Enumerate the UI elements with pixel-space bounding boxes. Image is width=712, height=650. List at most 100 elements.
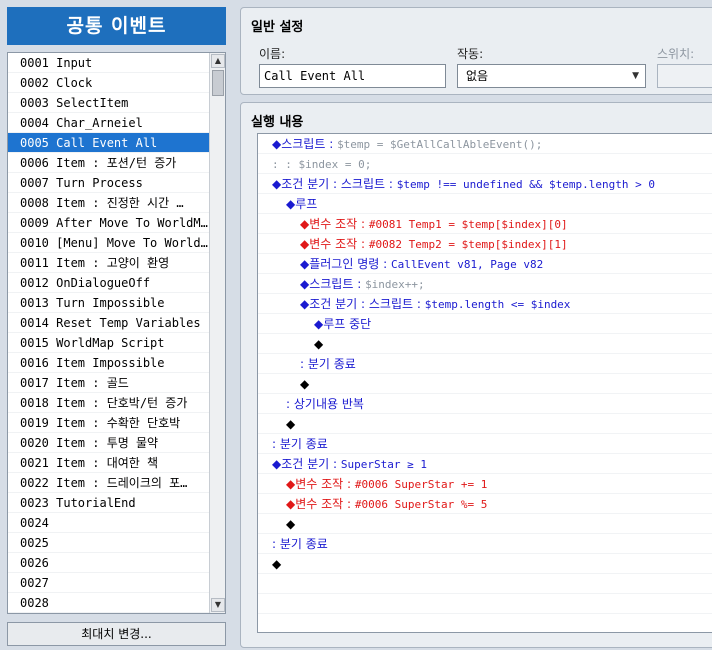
list-item[interactable]: 0006 Item : 포션/턴 증가 — [8, 153, 211, 173]
command-segment: : 스크립트 : — [357, 297, 425, 311]
trigger-label: 작동: — [457, 47, 484, 61]
command-line[interactable]: ◆조건 분기 : 스크립트 : $temp.length <= $index — [258, 294, 712, 314]
command-segment: : — [343, 497, 355, 511]
command-segment: ◆ — [314, 337, 324, 351]
list-item[interactable]: 0007 Turn Process — [8, 173, 211, 193]
list-item[interactable]: 0020 Item : 투명 물약 — [8, 433, 211, 453]
scroll-down-icon[interactable]: ▼ — [211, 598, 225, 612]
command-line[interactable]: ◆ — [258, 514, 712, 534]
command-line[interactable]: ◆조건 분기 : 스크립트 : $temp !== undefined && $… — [258, 174, 712, 194]
list-item[interactable]: 0001 Input — [8, 53, 211, 73]
command-segment: $index++; — [365, 278, 425, 291]
command-line[interactable]: ◆플러그인 명령 : CallEvent v81, Page v82 — [258, 254, 712, 274]
scroll-thumb[interactable] — [212, 70, 224, 96]
list-item[interactable]: 0004 Char_Arneiel — [8, 113, 211, 133]
command-segment: ◆스크립트 — [272, 137, 326, 151]
command-line[interactable]: : 분기 종료 — [258, 434, 712, 454]
command-line[interactable]: ◆스크립트 : $temp = $GetAllCallAbleEvent(); — [258, 134, 712, 154]
command-segment: : 분기 종료 — [272, 437, 328, 451]
list-item[interactable]: 0027 — [8, 573, 211, 593]
list-item[interactable]: 0011 Item : 고양이 환영 — [8, 253, 211, 273]
scroll-up-icon[interactable]: ▲ — [211, 54, 225, 68]
list-item[interactable]: 0025 — [8, 533, 211, 553]
command-segment: ◆루프 — [286, 197, 318, 211]
list-item[interactable]: 0019 Item : 수확한 단호박 — [8, 413, 211, 433]
command-line[interactable]: ◆ — [258, 334, 712, 354]
name-input[interactable]: Call Event All — [259, 64, 446, 88]
list-item[interactable]: 0018 Item : 단호박/턴 증가 — [8, 393, 211, 413]
command-segment: : — [357, 217, 369, 231]
list-item[interactable]: 0022 Item : 드레이크의 포… — [8, 473, 211, 493]
command-segment: #0006 SuperStar %= 5 — [354, 498, 488, 511]
command-segment: ◆조건 분기 — [300, 297, 358, 311]
command-line[interactable]: ◆변수 조작 : #0006 SuperStar %= 5 — [258, 494, 712, 514]
trigger-value: 없음 — [466, 69, 489, 83]
contents-title: 실행 내용 — [251, 115, 304, 130]
command-line[interactable]: ◆ — [258, 554, 712, 574]
command-line[interactable] — [258, 574, 712, 594]
command-line[interactable] — [258, 614, 712, 632]
command-line[interactable] — [258, 594, 712, 614]
command-line[interactable]: ◆변수 조작 : #0081 Temp1 = $temp[$index][0] — [258, 214, 712, 234]
list-item[interactable]: 0014 Reset Temp Variables — [8, 313, 211, 333]
command-segment: ◆변수 조작 — [300, 217, 358, 231]
command-line[interactable]: ◆루프 중단 — [258, 314, 712, 334]
common-event-list[interactable]: 0001 Input 0002 Clock 0003 SelectItem 0004 … — [7, 52, 226, 614]
command-line[interactable]: ◆변수 조작 : #0006 SuperStar += 1 — [258, 474, 712, 494]
command-line[interactable]: : 분기 종료 — [258, 534, 712, 554]
general-settings-title: 일반 설정 — [251, 20, 304, 35]
list-item[interactable]: 0026 — [8, 553, 211, 573]
switch-label: 스위치: — [657, 47, 695, 61]
list-item[interactable]: 0013 Turn Impossible — [8, 293, 211, 313]
command-segment: : — [353, 277, 366, 291]
list-item[interactable]: 0016 Item Impossible — [8, 353, 211, 373]
command-segment: : 분기 종료 — [272, 537, 328, 551]
command-list[interactable]: ◆스크립트 : $temp = $GetAllCallAbleEvent(); … — [257, 133, 712, 633]
list-item[interactable]: 0021 Item : 대여한 책 — [8, 453, 211, 473]
command-segment: : — [285, 158, 299, 171]
command-segment: ◆조건 분기 — [272, 457, 330, 471]
command-line[interactable]: ◆스크립트 : $index++; — [258, 274, 712, 294]
command-segment: ◆변수 조작 — [286, 497, 344, 511]
command-segment: $temp = $GetAllCallAbleEvent(); — [337, 138, 543, 151]
command-line[interactable]: ◆ — [258, 414, 712, 434]
command-segment: : 스크립트 : — [329, 177, 397, 191]
list-item[interactable]: 0017 Item : 골드 — [8, 373, 211, 393]
command-segment: ◆루프 중단 — [314, 317, 372, 331]
command-segment: : — [329, 457, 341, 471]
command-segment: SuperStar ≥ 1 — [340, 458, 427, 471]
command-segment: ◆ — [286, 517, 296, 531]
trigger-select[interactable]: 없음 ▼ — [457, 64, 646, 88]
command-segment: ◆ — [300, 377, 310, 391]
command-line[interactable]: ◆루프 — [258, 194, 712, 214]
contents-panel: 실행 내용 ◆스크립트 : $temp = $GetAllCallAbleEve… — [240, 102, 712, 648]
list-item[interactable]: 0009 After Move To WorldMap — [8, 213, 211, 233]
list-scrollbar[interactable]: ▲ ▼ — [209, 53, 225, 613]
command-line[interactable]: : 분기 종료 — [258, 354, 712, 374]
command-segment: : — [272, 158, 286, 171]
command-segment: : — [325, 137, 338, 151]
command-line[interactable]: : 상기내용 반복 — [258, 394, 712, 414]
list-item[interactable]: 0003 SelectItem — [8, 93, 211, 113]
command-segment: ◆스크립트 — [300, 277, 354, 291]
command-line[interactable]: ◆변수 조작 : #0082 Temp2 = $temp[$index][1] — [258, 234, 712, 254]
list-item[interactable]: 0008 Item : 진정한 시간 … — [8, 193, 211, 213]
list-item[interactable]: 0002 Clock — [8, 73, 211, 93]
command-segment: ◆ — [286, 417, 296, 431]
general-settings-panel: 일반 설정 이름: 작동: 스위치: Call Event All 없음 ▼ — [240, 7, 712, 95]
list-item[interactable]: 0005 Call Event All — [8, 133, 211, 153]
list-item[interactable]: 0012 OnDialogueOff — [8, 273, 211, 293]
list-item[interactable]: 0010 [Menu] Move To World… — [8, 233, 211, 253]
list-item[interactable]: 0023 TutorialEnd — [8, 493, 211, 513]
list-item[interactable]: 0028 — [8, 593, 211, 613]
command-line[interactable]: ◆조건 분기 : SuperStar ≥ 1 — [258, 454, 712, 474]
list-item[interactable]: 0015 WorldMap Script — [8, 333, 211, 353]
command-line[interactable]: : : $index = 0; — [258, 154, 712, 174]
command-segment: : — [357, 237, 369, 251]
command-segment: $temp !== undefined && $temp.length > 0 — [396, 178, 656, 191]
command-line[interactable]: ◆ — [258, 374, 712, 394]
max-change-button[interactable]: 최대치 변경... — [7, 622, 226, 646]
command-segment: ◆변수 조작 — [300, 237, 358, 251]
list-item[interactable]: 0024 — [8, 513, 211, 533]
name-label: 이름: — [259, 47, 286, 61]
